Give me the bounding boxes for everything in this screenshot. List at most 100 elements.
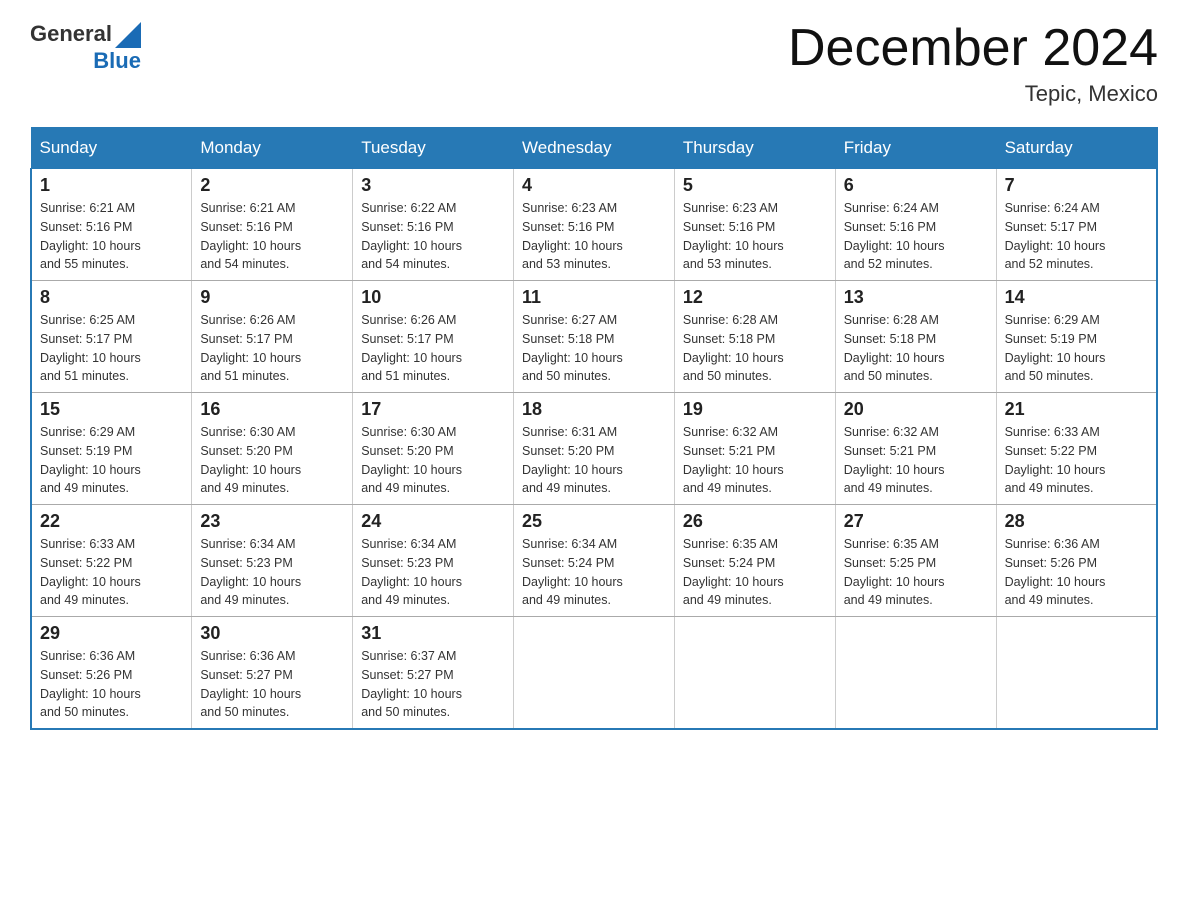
day-info: Sunrise: 6:33 AM Sunset: 5:22 PM Dayligh… bbox=[1005, 423, 1148, 498]
day-number: 2 bbox=[200, 175, 344, 196]
day-info: Sunrise: 6:24 AM Sunset: 5:16 PM Dayligh… bbox=[844, 199, 988, 274]
day-number: 7 bbox=[1005, 175, 1148, 196]
calendar-cell bbox=[996, 617, 1157, 730]
day-number: 11 bbox=[522, 287, 666, 308]
day-info: Sunrise: 6:33 AM Sunset: 5:22 PM Dayligh… bbox=[40, 535, 183, 610]
day-number: 27 bbox=[844, 511, 988, 532]
day-number: 23 bbox=[200, 511, 344, 532]
calendar-cell: 11 Sunrise: 6:27 AM Sunset: 5:18 PM Dayl… bbox=[514, 281, 675, 393]
day-info: Sunrise: 6:24 AM Sunset: 5:17 PM Dayligh… bbox=[1005, 199, 1148, 274]
calendar-cell: 4 Sunrise: 6:23 AM Sunset: 5:16 PM Dayli… bbox=[514, 169, 675, 281]
day-number: 30 bbox=[200, 623, 344, 644]
calendar-cell: 9 Sunrise: 6:26 AM Sunset: 5:17 PM Dayli… bbox=[192, 281, 353, 393]
day-number: 1 bbox=[40, 175, 183, 196]
day-number: 3 bbox=[361, 175, 505, 196]
day-info: Sunrise: 6:34 AM Sunset: 5:23 PM Dayligh… bbox=[361, 535, 505, 610]
calendar-cell bbox=[835, 617, 996, 730]
calendar-cell: 27 Sunrise: 6:35 AM Sunset: 5:25 PM Dayl… bbox=[835, 505, 996, 617]
day-header-thursday: Thursday bbox=[674, 128, 835, 169]
day-number: 4 bbox=[522, 175, 666, 196]
calendar-cell: 20 Sunrise: 6:32 AM Sunset: 5:21 PM Dayl… bbox=[835, 393, 996, 505]
calendar-cell bbox=[514, 617, 675, 730]
day-info: Sunrise: 6:29 AM Sunset: 5:19 PM Dayligh… bbox=[40, 423, 183, 498]
day-info: Sunrise: 6:28 AM Sunset: 5:18 PM Dayligh… bbox=[683, 311, 827, 386]
calendar-cell: 22 Sunrise: 6:33 AM Sunset: 5:22 PM Dayl… bbox=[31, 505, 192, 617]
page-header: General Blue December 2024 Tepic, Mexico bbox=[30, 20, 1158, 107]
day-info: Sunrise: 6:23 AM Sunset: 5:16 PM Dayligh… bbox=[683, 199, 827, 274]
calendar-table: SundayMondayTuesdayWednesdayThursdayFrid… bbox=[30, 127, 1158, 730]
day-info: Sunrise: 6:30 AM Sunset: 5:20 PM Dayligh… bbox=[361, 423, 505, 498]
day-number: 17 bbox=[361, 399, 505, 420]
day-info: Sunrise: 6:35 AM Sunset: 5:24 PM Dayligh… bbox=[683, 535, 827, 610]
calendar-cell: 2 Sunrise: 6:21 AM Sunset: 5:16 PM Dayli… bbox=[192, 169, 353, 281]
day-header-tuesday: Tuesday bbox=[353, 128, 514, 169]
day-info: Sunrise: 6:32 AM Sunset: 5:21 PM Dayligh… bbox=[683, 423, 827, 498]
day-number: 5 bbox=[683, 175, 827, 196]
day-number: 31 bbox=[361, 623, 505, 644]
calendar-week-row: 15 Sunrise: 6:29 AM Sunset: 5:19 PM Dayl… bbox=[31, 393, 1157, 505]
calendar-cell: 28 Sunrise: 6:36 AM Sunset: 5:26 PM Dayl… bbox=[996, 505, 1157, 617]
calendar-cell: 12 Sunrise: 6:28 AM Sunset: 5:18 PM Dayl… bbox=[674, 281, 835, 393]
calendar-cell: 31 Sunrise: 6:37 AM Sunset: 5:27 PM Dayl… bbox=[353, 617, 514, 730]
calendar-week-row: 8 Sunrise: 6:25 AM Sunset: 5:17 PM Dayli… bbox=[31, 281, 1157, 393]
calendar-week-row: 1 Sunrise: 6:21 AM Sunset: 5:16 PM Dayli… bbox=[31, 169, 1157, 281]
day-info: Sunrise: 6:37 AM Sunset: 5:27 PM Dayligh… bbox=[361, 647, 505, 722]
calendar-cell: 23 Sunrise: 6:34 AM Sunset: 5:23 PM Dayl… bbox=[192, 505, 353, 617]
day-number: 6 bbox=[844, 175, 988, 196]
day-info: Sunrise: 6:36 AM Sunset: 5:26 PM Dayligh… bbox=[40, 647, 183, 722]
day-info: Sunrise: 6:26 AM Sunset: 5:17 PM Dayligh… bbox=[200, 311, 344, 386]
calendar-cell bbox=[674, 617, 835, 730]
calendar-week-row: 29 Sunrise: 6:36 AM Sunset: 5:26 PM Dayl… bbox=[31, 617, 1157, 730]
day-info: Sunrise: 6:21 AM Sunset: 5:16 PM Dayligh… bbox=[200, 199, 344, 274]
day-info: Sunrise: 6:32 AM Sunset: 5:21 PM Dayligh… bbox=[844, 423, 988, 498]
calendar-cell: 21 Sunrise: 6:33 AM Sunset: 5:22 PM Dayl… bbox=[996, 393, 1157, 505]
day-number: 9 bbox=[200, 287, 344, 308]
day-number: 25 bbox=[522, 511, 666, 532]
day-info: Sunrise: 6:35 AM Sunset: 5:25 PM Dayligh… bbox=[844, 535, 988, 610]
calendar-cell: 18 Sunrise: 6:31 AM Sunset: 5:20 PM Dayl… bbox=[514, 393, 675, 505]
day-info: Sunrise: 6:34 AM Sunset: 5:24 PM Dayligh… bbox=[522, 535, 666, 610]
day-number: 14 bbox=[1005, 287, 1148, 308]
calendar-cell: 13 Sunrise: 6:28 AM Sunset: 5:18 PM Dayl… bbox=[835, 281, 996, 393]
day-number: 12 bbox=[683, 287, 827, 308]
day-number: 13 bbox=[844, 287, 988, 308]
day-header-saturday: Saturday bbox=[996, 128, 1157, 169]
day-info: Sunrise: 6:25 AM Sunset: 5:17 PM Dayligh… bbox=[40, 311, 183, 386]
day-number: 20 bbox=[844, 399, 988, 420]
calendar-cell: 17 Sunrise: 6:30 AM Sunset: 5:20 PM Dayl… bbox=[353, 393, 514, 505]
calendar-cell: 24 Sunrise: 6:34 AM Sunset: 5:23 PM Dayl… bbox=[353, 505, 514, 617]
day-number: 29 bbox=[40, 623, 183, 644]
calendar-cell: 8 Sunrise: 6:25 AM Sunset: 5:17 PM Dayli… bbox=[31, 281, 192, 393]
calendar-cell: 14 Sunrise: 6:29 AM Sunset: 5:19 PM Dayl… bbox=[996, 281, 1157, 393]
day-header-wednesday: Wednesday bbox=[514, 128, 675, 169]
day-header-friday: Friday bbox=[835, 128, 996, 169]
calendar-cell: 29 Sunrise: 6:36 AM Sunset: 5:26 PM Dayl… bbox=[31, 617, 192, 730]
calendar-cell: 30 Sunrise: 6:36 AM Sunset: 5:27 PM Dayl… bbox=[192, 617, 353, 730]
title-block: December 2024 Tepic, Mexico bbox=[788, 20, 1158, 107]
day-number: 8 bbox=[40, 287, 183, 308]
calendar-week-row: 22 Sunrise: 6:33 AM Sunset: 5:22 PM Dayl… bbox=[31, 505, 1157, 617]
day-info: Sunrise: 6:30 AM Sunset: 5:20 PM Dayligh… bbox=[200, 423, 344, 498]
day-number: 22 bbox=[40, 511, 183, 532]
calendar-cell: 6 Sunrise: 6:24 AM Sunset: 5:16 PM Dayli… bbox=[835, 169, 996, 281]
calendar-cell: 1 Sunrise: 6:21 AM Sunset: 5:16 PM Dayli… bbox=[31, 169, 192, 281]
day-info: Sunrise: 6:36 AM Sunset: 5:26 PM Dayligh… bbox=[1005, 535, 1148, 610]
day-info: Sunrise: 6:31 AM Sunset: 5:20 PM Dayligh… bbox=[522, 423, 666, 498]
calendar-cell: 7 Sunrise: 6:24 AM Sunset: 5:17 PM Dayli… bbox=[996, 169, 1157, 281]
calendar-cell: 26 Sunrise: 6:35 AM Sunset: 5:24 PM Dayl… bbox=[674, 505, 835, 617]
logo-triangle-icon bbox=[115, 22, 141, 48]
day-info: Sunrise: 6:29 AM Sunset: 5:19 PM Dayligh… bbox=[1005, 311, 1148, 386]
day-info: Sunrise: 6:26 AM Sunset: 5:17 PM Dayligh… bbox=[361, 311, 505, 386]
calendar-header-row: SundayMondayTuesdayWednesdayThursdayFrid… bbox=[31, 128, 1157, 169]
calendar-cell: 15 Sunrise: 6:29 AM Sunset: 5:19 PM Dayl… bbox=[31, 393, 192, 505]
day-number: 24 bbox=[361, 511, 505, 532]
calendar-body: 1 Sunrise: 6:21 AM Sunset: 5:16 PM Dayli… bbox=[31, 169, 1157, 730]
day-number: 16 bbox=[200, 399, 344, 420]
day-number: 19 bbox=[683, 399, 827, 420]
logo: General Blue bbox=[30, 20, 141, 74]
day-header-sunday: Sunday bbox=[31, 128, 192, 169]
day-info: Sunrise: 6:28 AM Sunset: 5:18 PM Dayligh… bbox=[844, 311, 988, 386]
calendar-cell: 5 Sunrise: 6:23 AM Sunset: 5:16 PM Dayli… bbox=[674, 169, 835, 281]
day-number: 10 bbox=[361, 287, 505, 308]
day-info: Sunrise: 6:36 AM Sunset: 5:27 PM Dayligh… bbox=[200, 647, 344, 722]
